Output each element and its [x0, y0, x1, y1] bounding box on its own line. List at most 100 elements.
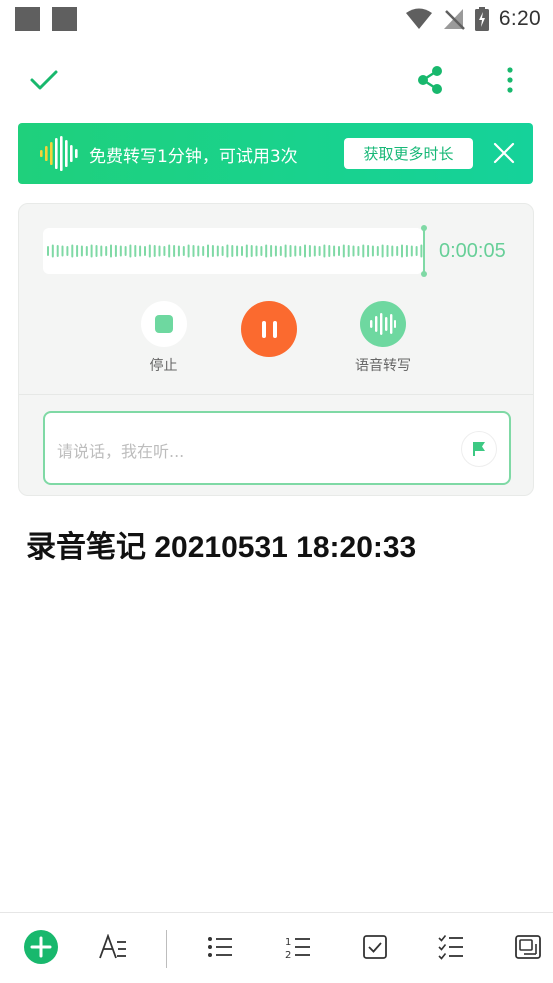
waveform-tick — [250, 245, 253, 257]
notification-square-icon — [15, 7, 40, 31]
recording-waveform — [43, 228, 423, 274]
waveform-tick — [376, 246, 379, 256]
flag-icon — [473, 442, 485, 456]
checkbox-button[interactable] — [355, 927, 395, 967]
waveform-tick — [396, 246, 399, 256]
notification-square-icon — [52, 7, 77, 31]
speech-text-field[interactable]: 请说话，我在听... — [43, 411, 511, 485]
add-icon — [24, 930, 58, 964]
recording-timer: 0:00:05 — [439, 240, 506, 262]
waveform-tick — [362, 244, 365, 258]
status-icons: 6:20 — [405, 6, 541, 32]
waveform-tick — [328, 245, 331, 257]
get-more-time-button[interactable]: 获取更多时长 — [344, 138, 473, 169]
insert-button[interactable] — [21, 927, 61, 967]
waveform-tick — [134, 245, 137, 257]
waveform-tick — [202, 246, 205, 256]
waveform-tick — [313, 245, 316, 257]
waveform-tick — [241, 246, 243, 256]
status-bar: 6:20 — [0, 0, 553, 38]
svg-text:1: 1 — [285, 937, 291, 948]
waveform-tick — [207, 244, 209, 258]
waveform-tick — [80, 245, 83, 257]
waveform-tick — [129, 244, 132, 258]
wifi-icon — [405, 8, 432, 29]
share-icon — [418, 66, 442, 94]
no-signal-icon — [443, 9, 465, 30]
waveform-tick — [270, 245, 273, 257]
waveform-tick — [294, 245, 297, 257]
text-format-icon — [99, 934, 126, 959]
checklist-icon — [438, 935, 463, 960]
waveform-tick — [216, 245, 219, 257]
bulleted-list-button[interactable] — [200, 927, 240, 967]
pause-control[interactable] — [241, 301, 297, 357]
waveform-tick — [323, 244, 326, 258]
waveform-tick — [260, 246, 263, 256]
waveform-tick — [192, 245, 195, 257]
top-toolbar — [0, 50, 553, 110]
note-title[interactable]: 录音笔记 20210531 18:20:33 — [26, 522, 416, 566]
playhead — [421, 225, 427, 277]
waveform-tick — [211, 245, 214, 257]
stop-button[interactable] — [140, 301, 187, 347]
transcribe-control[interactable]: 语音转写 — [345, 301, 421, 375]
close-icon[interactable] — [492, 141, 516, 165]
attachment-icon — [515, 935, 541, 959]
numbered-list-button[interactable]: 1 2 — [278, 927, 318, 967]
waveform-tick — [105, 246, 108, 256]
waveform-tick — [386, 245, 389, 257]
waveform-tick — [61, 245, 64, 257]
waveform-tick — [139, 245, 142, 257]
battery-charging-icon — [474, 7, 489, 31]
mark-flag-button[interactable] — [461, 431, 497, 467]
waveform-tick — [391, 245, 394, 257]
checklist-button[interactable] — [431, 927, 471, 967]
clock: 6:20 — [498, 7, 541, 30]
waveform-tick — [95, 245, 98, 257]
checkbox-icon — [363, 935, 387, 959]
waveform-tick — [279, 246, 282, 256]
waveform-tick — [231, 245, 234, 257]
waveform-tick — [371, 245, 374, 257]
speech-placeholder: 请说话，我在听... — [57, 442, 185, 461]
attachment-button[interactable] — [508, 927, 548, 967]
pause-button[interactable] — [241, 301, 297, 357]
waveform-tick — [381, 244, 384, 258]
transcribe-button[interactable] — [360, 301, 406, 347]
waveform-tick — [187, 244, 190, 258]
waveform-tick — [284, 244, 287, 258]
bulleted-list-icon — [208, 937, 232, 957]
waveform-tick — [401, 244, 403, 258]
waveform-tick — [197, 245, 200, 257]
waveform-tick — [415, 246, 418, 256]
stop-label: 停止 — [149, 358, 178, 374]
share-button[interactable] — [400, 50, 460, 110]
waveform-tick — [85, 246, 88, 256]
transcribe-icon — [370, 313, 396, 335]
waveform-tick — [338, 246, 340, 256]
waveform-tick — [289, 245, 292, 257]
waveform-tick — [318, 246, 321, 256]
text-format-button[interactable] — [93, 927, 133, 967]
waveform-tick — [255, 245, 258, 257]
waveform-tick — [76, 245, 79, 257]
more-options-button[interactable] — [480, 50, 540, 110]
waveform-tick — [304, 244, 306, 258]
waveform-tick — [144, 246, 146, 256]
waveform-tick — [51, 244, 54, 258]
waveform-tick — [333, 245, 336, 257]
waveform-tick — [274, 245, 277, 257]
recorder-panel: 0:00:05 停止 语音转写 请说话，我在听... — [18, 203, 534, 496]
waveform-tick — [367, 245, 370, 257]
done-button[interactable] — [14, 50, 74, 110]
waveform-tick — [410, 245, 413, 257]
waveform-tick — [56, 245, 59, 257]
waveform-tick — [90, 244, 93, 258]
waveform-tick — [177, 245, 180, 257]
waveform-graphic — [47, 244, 423, 258]
waveform-tick — [342, 244, 345, 258]
stop-control[interactable]: 停止 — [136, 301, 191, 375]
toolbar-separator — [166, 930, 167, 968]
waveform-tick — [158, 245, 161, 257]
